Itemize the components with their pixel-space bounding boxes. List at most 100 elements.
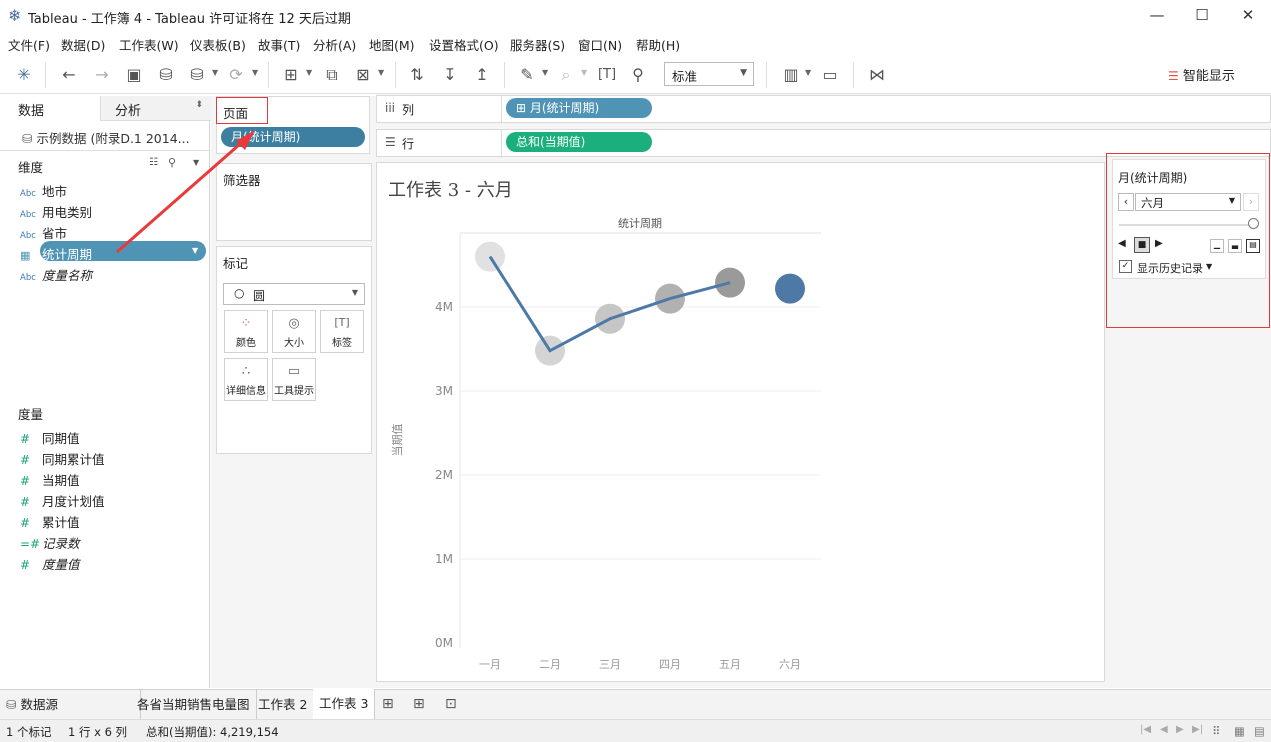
search-icon[interactable]: ⚲ [168,156,176,169]
mark-type-select[interactable]: ○ 圆 ▼ [223,283,365,305]
list-view-icon[interactable]: ☷ [149,157,158,168]
menu-analysis[interactable]: 分析(A) [313,35,356,54]
menu-file[interactable]: 文件(F) [8,35,50,54]
undo-icon[interactable]: ← [58,64,80,86]
last-sheet-icon[interactable]: ▶| [1192,724,1203,735]
tab-data[interactable]: 数据 [0,96,100,120]
chevron-down-icon[interactable]: ▼ [581,68,587,77]
play-forward-icon[interactable]: ▶ [1155,238,1163,249]
share-icon[interactable]: ⋈ [866,64,888,86]
redo-icon[interactable]: → [91,64,113,86]
next-page-button[interactable]: › [1243,193,1259,211]
clear-sheet-icon[interactable]: ⊠ [352,64,374,86]
chevron-down-icon[interactable]: ▼ [193,158,199,167]
filters-card[interactable]: 筛选器 [216,163,372,241]
measure-field[interactable]: # 同期累计值 [20,449,105,469]
new-datasource-icon[interactable]: ⛁ [155,64,177,86]
chevron-down-icon[interactable]: ▼ [1206,262,1212,271]
datasource-item[interactable]: ⛁ 示例数据 (附录D.1 2014... [22,128,190,147]
show-history-checkbox[interactable]: ✓ [1119,260,1132,273]
measure-field[interactable]: =# 记录数 [20,533,80,553]
size-button[interactable]: ◎ 大小 [272,310,316,353]
show-filmstrip-icon[interactable]: ▦ [1234,724,1245,738]
menu-dashboard[interactable]: 仪表板(B) [190,35,246,54]
sort-descending-icon[interactable]: ↥ [471,64,493,86]
group-members-icon[interactable]: ⌕ [555,64,577,86]
dimension-field[interactable]: Abc 省市 [20,223,67,243]
speed-slow-icon[interactable]: ▁ [1210,239,1224,253]
tooltip-button[interactable]: ▭ 工具提示 [272,358,316,401]
save-icon[interactable]: ▣ [123,64,145,86]
menu-map[interactable]: 地图(M) [369,35,415,54]
speed-medium-icon[interactable]: ▃ [1228,239,1242,253]
previous-page-button[interactable]: ‹ [1118,193,1134,211]
pages-pill[interactable]: 月(统计周期) [221,127,365,147]
measure-field[interactable]: # 度量值 [20,554,80,574]
show-history-label[interactable]: 显示历史记录 [1137,260,1203,276]
prev-sheet-icon[interactable]: ◀ [1160,724,1168,735]
first-sheet-icon[interactable]: |◀ [1140,724,1151,735]
menu-format[interactable]: 设置格式(O) [429,35,499,54]
new-worksheet-icon[interactable]: ⊞ [382,696,394,712]
new-story-icon[interactable]: ⊡ [445,696,457,712]
measure-field[interactable]: # 月度计划值 [20,491,105,511]
maximize-button[interactable]: ☐ [1187,4,1217,26]
dimension-field[interactable]: Abc 度量名称 [20,265,92,285]
show-cards-icon[interactable]: ▥ [780,64,802,86]
measure-field[interactable]: # 当期值 [20,470,80,490]
dimension-field[interactable]: ▦ 统计周期 ▼ [20,244,198,264]
tab-sheet[interactable]: 各省当期销售电量图 [131,690,257,720]
page-select[interactable]: 六月 ▼ [1135,193,1241,211]
sort-ascending-icon[interactable]: ↧ [439,64,461,86]
fit-select[interactable]: 标准 ▼ [664,62,754,86]
close-button[interactable]: ✕ [1233,4,1263,26]
chevron-down-icon[interactable]: ▼ [306,68,312,77]
menu-worksheet[interactable]: 工作表(W) [119,35,179,54]
show-sheet-sorter-icon[interactable]: ⠿ [1212,724,1220,738]
measure-field[interactable]: # 同期值 [20,428,80,448]
menu-help[interactable]: 帮助(H) [636,35,680,54]
measure-field[interactable]: # 累计值 [20,512,80,532]
tab-datasource[interactable]: ⛁ 数据源 [0,690,141,720]
next-sheet-icon[interactable]: ▶ [1176,724,1184,735]
duplicate-sheet-icon[interactable]: ⧉ [321,64,343,86]
page-slider-thumb[interactable] [1248,218,1259,229]
chevron-down-icon[interactable]: ▼ [212,68,218,77]
minimize-button[interactable]: — [1142,4,1172,26]
chevron-down-icon[interactable]: ▼ [252,68,258,77]
play-back-icon[interactable]: ◀ [1118,238,1126,249]
page-slider-track[interactable] [1119,224,1253,226]
dimension-field[interactable]: Abc 用电类别 [20,202,92,222]
chevron-down-icon[interactable]: ▼ [378,68,384,77]
swap-rows-columns-icon[interactable]: ⇅ [406,64,428,86]
highlight-icon[interactable]: ✎ [516,64,538,86]
stop-icon[interactable]: ■ [1134,237,1150,253]
color-button[interactable]: ⁘ 颜色 [224,310,268,353]
chevron-down-icon[interactable]: ▼ [542,68,548,77]
rows-pill[interactable]: 总和(当期值) [506,132,652,152]
smart-show-button[interactable]: ☰ 智能显示 [1168,65,1235,84]
menu-data[interactable]: 数据(D) [61,35,105,54]
show-tabs-icon[interactable]: ▤ [1254,724,1265,738]
label-button[interactable]: [T] 标签 [320,310,364,353]
refresh-icon[interactable]: ⟳ [225,64,247,86]
tab-analysis[interactable]: 分析 ⬍ [100,96,211,121]
menu-story[interactable]: 故事(T) [258,35,300,54]
new-worksheet-icon[interactable]: ⊞ [280,64,302,86]
show-mark-labels-icon[interactable]: [T] [596,64,618,86]
tab-sheet[interactable]: 工作表 2 [252,690,315,720]
chevron-down-icon[interactable]: ▼ [805,68,811,77]
menu-server[interactable]: 服务器(S) [510,35,565,54]
menu-window[interactable]: 窗口(N) [578,35,622,54]
new-dashboard-icon[interactable]: ⊞ [413,696,425,712]
presentation-mode-icon[interactable]: ▭ [819,64,841,86]
fix-axes-icon[interactable]: ⚲ [627,64,649,86]
detail-button[interactable]: ∴ 详细信息 [224,358,268,401]
pause-updates-icon[interactable]: ⛁ [186,64,208,86]
speed-fast-icon[interactable]: ▤ [1246,239,1260,253]
tab-sheet-active[interactable]: 工作表 3 [313,689,376,720]
tableau-home-icon[interactable]: ✳ [13,64,35,86]
dimension-field[interactable]: Abc 地市 [20,181,67,201]
chevron-down-icon[interactable]: ▼ [192,246,198,255]
current-mark[interactable] [775,273,805,304]
